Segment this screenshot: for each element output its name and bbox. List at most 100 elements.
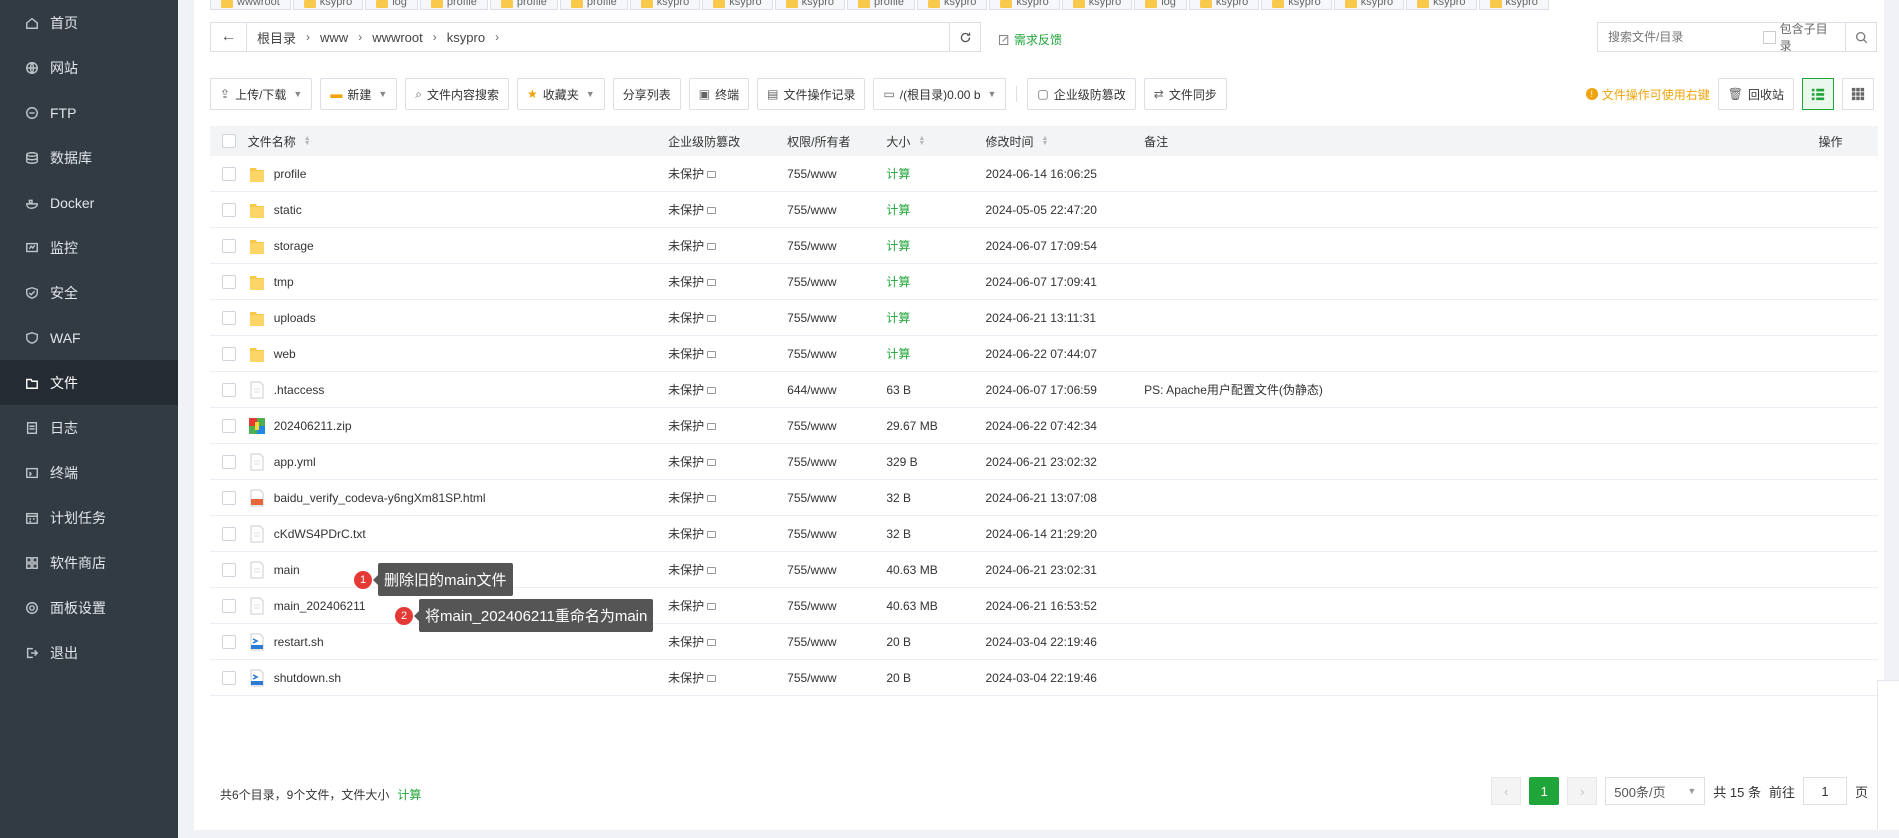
row-checkbox[interactable] [221,526,236,541]
file-name[interactable]: 202406211.zip [274,419,352,433]
permission[interactable]: 755/www [787,563,836,577]
share-list-button[interactable]: 分享列表 [612,78,681,110]
sidebar-item-12[interactable]: 软件商店 [0,540,178,585]
row-checkbox[interactable] [221,382,236,397]
favorites-button[interactable]: ★ 收藏夹 ▼ [517,78,605,110]
permission[interactable]: 755/www [787,239,836,253]
sidebar-item-2[interactable]: FTP [0,90,178,135]
table-row[interactable]: .htaccess 未保护 644/www 63 B 2024-06-07 17:06:… [210,372,1878,408]
sidebar-item-10[interactable]: 终端 [0,450,178,495]
sidebar-item-4[interactable]: Docker [0,180,178,225]
guard-status[interactable]: 未保护 [668,273,704,290]
file-name[interactable]: cKdWS4PDrC.txt [274,527,366,541]
file-tab[interactable]: ksypro [916,0,988,10]
row-checkbox[interactable] [221,598,236,613]
file-tab[interactable]: ksypro [702,0,773,10]
guard-status[interactable]: 未保护 [668,597,704,614]
breadcrumb-segment[interactable]: ksypro [437,30,495,45]
row-checkbox[interactable] [221,670,236,685]
file-tab[interactable]: profile [489,0,558,10]
file-name[interactable]: static [274,203,302,217]
permission[interactable]: 755/www [787,203,836,217]
header-name[interactable]: 文件名称 ▲ ▼ [248,133,668,150]
file-name[interactable]: .htaccess [274,383,325,397]
file-name[interactable]: main [274,563,300,577]
file-size[interactable]: 计算 [886,201,910,218]
breadcrumb-segment[interactable]: www [310,30,358,45]
calc-link[interactable]: 计算 [397,786,421,803]
guard-status[interactable]: 未保护 [668,525,704,542]
permission[interactable]: 755/www [787,635,836,649]
sidebar-item-1[interactable]: 网站 [0,45,178,90]
file-name[interactable]: profile [274,167,307,181]
sidebar-item-9[interactable]: 日志 [0,405,178,450]
file-size[interactable]: 计算 [886,345,910,362]
file-tab[interactable]: profile [419,0,488,10]
sidebar-item-0[interactable]: 首页 [0,0,178,45]
disk-select-button[interactable]: ▭ /(根目录)0.00 b ▼ [873,78,1007,110]
file-tab[interactable]: ksypro [629,0,701,10]
enterprise-guard-button[interactable]: ▢ 企业级防篡改 [1027,78,1136,110]
sidebar-item-7[interactable]: WAF [0,315,178,360]
table-row[interactable]: static 未保护 755/www 计算 2024-05-05 22:47:20 [210,192,1878,228]
table-row[interactable]: storage 未保护 755/www 计算 2024-06-07 17:09:54 [210,228,1878,264]
permission[interactable]: 755/www [787,671,836,685]
guard-status[interactable]: 未保护 [668,561,704,578]
row-checkbox[interactable] [221,346,236,361]
list-view-button[interactable] [1802,78,1834,110]
file-name[interactable]: web [274,347,296,361]
file-tab[interactable]: ksypro [1406,0,1477,10]
current-page[interactable]: 1 [1529,777,1560,805]
guard-status[interactable]: 未保护 [668,237,704,254]
row-checkbox[interactable] [221,202,236,217]
refresh-button[interactable] [951,22,981,52]
file-name[interactable]: app.yml [274,455,316,469]
note-cell[interactable]: PS: Apache用户配置文件(伪静态) [1144,381,1818,398]
table-row[interactable]: uploads 未保护 755/www 计算 2024-06-21 13:11:31 [210,300,1878,336]
new-button[interactable]: ▬ 新建 ▼ [320,78,398,110]
sidebar-item-6[interactable]: 安全 [0,270,178,315]
content-search-button[interactable]: ⌕ 文件内容搜索 [405,78,510,110]
back-button[interactable]: ← [211,23,247,51]
sidebar-item-11[interactable]: 计划任务 [0,495,178,540]
table-row[interactable]: baidu_verify_codeva-y6ngXm81SP.html 未保护 75… [210,480,1878,516]
file-sync-button[interactable]: ⇄ 文件同步 [1143,78,1227,110]
file-name[interactable]: restart.sh [274,635,324,649]
file-name[interactable]: main_202406211 [274,599,366,613]
file-size[interactable]: 计算 [886,237,910,254]
file-tab[interactable]: profile [847,0,915,10]
include-subdir-option[interactable]: 包含子目录 [1763,20,1845,54]
file-tab[interactable]: ksypro [292,0,364,10]
guard-status[interactable]: 未保护 [668,633,704,650]
guard-status[interactable]: 未保护 [668,165,704,182]
guard-status[interactable]: 未保护 [668,453,704,470]
file-tab[interactable]: log [365,0,418,10]
table-row[interactable]: app.yml 未保护 755/www 329 B 2024-06-21 23:02:3… [210,444,1878,480]
permission[interactable]: 755/www [787,491,836,505]
file-tab[interactable]: log [1134,0,1187,10]
file-tab[interactable]: ksypro [1478,0,1549,10]
table-row[interactable]: cKdWS4PDrC.txt 未保护 755/www 32 B 2024-06-14 2… [210,516,1878,552]
row-checkbox[interactable] [221,238,236,253]
grid-view-button[interactable] [1842,78,1874,110]
file-tab[interactable]: ksypro [1261,0,1332,10]
guard-status[interactable]: 未保护 [668,417,704,434]
table-row[interactable]: shutdown.sh 未保护 755/www 20 B 2024-03-04 22:1… [210,660,1878,696]
header-mtime[interactable]: 修改时间 ▲ ▼ [986,133,1145,150]
breadcrumb-segment[interactable]: wwwroot [362,30,433,45]
permission[interactable]: 755/www [787,167,836,181]
table-row[interactable]: 202406211.zip 未保护 755/www 29.67 MB 2024-06-2… [210,408,1878,444]
file-size[interactable]: 计算 [886,273,910,290]
file-tab[interactable]: ksypro [1333,0,1405,10]
file-size[interactable]: 计算 [886,309,910,326]
table-row[interactable]: web 未保护 755/www 计算 2024-06-22 07:44:07 [210,336,1878,372]
search-button[interactable] [1845,23,1876,51]
breadcrumb-segment[interactable]: 根目录 [247,28,306,47]
header-size[interactable]: 大小 ▲ ▼ [886,133,985,150]
row-checkbox[interactable] [221,454,236,469]
row-checkbox[interactable] [221,310,236,325]
guard-status[interactable]: 未保护 [668,669,704,686]
permission[interactable]: 755/www [787,347,836,361]
sidebar-item-5[interactable]: 监控 [0,225,178,270]
permission[interactable]: 755/www [787,275,836,289]
